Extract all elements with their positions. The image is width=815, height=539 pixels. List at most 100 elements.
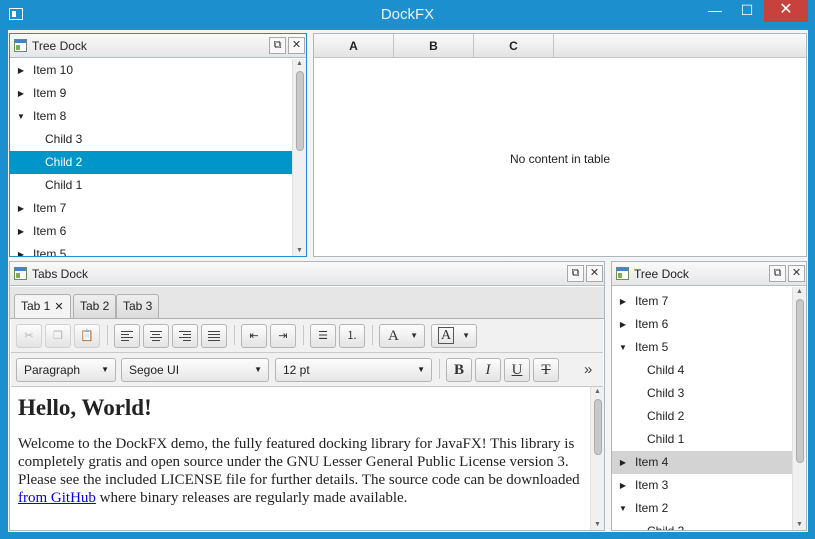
tree-right-scrollbar[interactable]: ▲ ▼ — [792, 287, 806, 530]
close-icon[interactable]: ✕ — [288, 37, 305, 54]
align-right-icon[interactable] — [172, 324, 198, 348]
tree-item[interactable]: ▶ Item 10 — [10, 59, 292, 82]
tree-item[interactable]: ▶ Item 6 — [612, 313, 792, 336]
background-color-icon: A — [438, 327, 455, 344]
column-header-a[interactable]: A — [314, 34, 394, 58]
tree-item[interactable]: Child 2 — [10, 151, 292, 174]
tree-item[interactable]: ▼ Item 2 — [612, 497, 792, 520]
tree-dock-right-title: Tree Dock — [634, 267, 689, 281]
paragraph-style-select[interactable]: Paragraph ▼ — [16, 358, 116, 382]
scroll-down-icon[interactable]: ▼ — [793, 520, 806, 530]
tree-item[interactable]: ▶ Item 7 — [10, 197, 292, 220]
expand-arrow-icon[interactable]: ▶ — [16, 220, 26, 243]
bold-button[interactable]: B — [446, 358, 472, 382]
italic-button[interactable]: I — [475, 358, 501, 382]
expand-arrow-icon[interactable]: ▶ — [618, 474, 628, 497]
tree-view-right[interactable]: ▶ Item 7 ▶ Item 6 ▼ Item 5 Child 4 Child 3 Child… — [612, 290, 792, 530]
tree-item-label: Child 1 — [647, 432, 685, 446]
scroll-up-icon[interactable]: ▲ — [591, 387, 604, 397]
tree-item[interactable]: ▼ Item 5 — [612, 336, 792, 359]
table-view[interactable]: A B C No content in table — [313, 33, 807, 257]
tree-dock-right-header[interactable]: Tree Dock ⧉ ✕ — [612, 262, 806, 286]
outdent-icon[interactable]: ⇤ — [241, 324, 267, 348]
tree-item[interactable]: ▶ Item 5 — [10, 243, 292, 256]
collapse-arrow-icon[interactable]: ▼ — [16, 105, 26, 128]
toolbar-separator — [439, 359, 440, 379]
tab-3[interactable]: Tab 3 — [116, 294, 160, 318]
scroll-thumb[interactable] — [594, 399, 602, 455]
float-icon[interactable]: ⧉ — [567, 265, 584, 282]
paste-icon[interactable]: 📋 — [74, 324, 100, 348]
text-color-button[interactable]: A ▼ — [379, 324, 425, 348]
collapse-arrow-icon[interactable]: ▼ — [618, 497, 628, 520]
tree-item-label: Child 3 — [647, 386, 685, 400]
font-size-select[interactable]: 12 pt ▼ — [275, 358, 432, 382]
tree-item[interactable]: Child 1 — [612, 428, 792, 451]
expand-arrow-icon[interactable]: ▶ — [16, 82, 26, 105]
dock-icon — [14, 267, 27, 280]
float-icon[interactable]: ⧉ — [269, 37, 286, 54]
expand-arrow-icon[interactable]: ▶ — [16, 59, 26, 82]
tree-dock-top-header[interactable]: Tree Dock ⧉ ✕ — [10, 34, 306, 58]
expand-arrow-icon[interactable]: ▶ — [16, 197, 26, 220]
scroll-down-icon[interactable]: ▼ — [591, 520, 604, 530]
tree-item[interactable]: ▶ Item 3 — [612, 474, 792, 497]
scroll-up-icon[interactable]: ▲ — [793, 287, 806, 297]
expand-arrow-icon[interactable]: ▶ — [16, 243, 26, 256]
tabs-dock-header[interactable]: Tabs Dock ⧉ ✕ — [10, 262, 604, 286]
tree-item-label: Item 6 — [33, 224, 67, 238]
editor-scrollbar[interactable]: ▲ ▼ — [590, 387, 604, 530]
window-titlebar[interactable]: DockFX — ☐ ✕ — [0, 0, 815, 30]
align-justify-icon[interactable] — [201, 324, 227, 348]
copy-icon[interactable]: ❐ — [45, 324, 71, 348]
tree-top-scrollbar[interactable]: ▲ ▼ — [292, 59, 306, 256]
html-editor-content[interactable]: Hello, World! Welcome to the DockFX demo… — [11, 387, 589, 530]
close-icon[interactable]: ✕ — [788, 265, 805, 282]
align-center-icon[interactable] — [143, 324, 169, 348]
underline-button[interactable]: U — [504, 358, 530, 382]
expand-arrow-icon[interactable]: ▶ — [618, 290, 628, 313]
tree-item[interactable]: Child 3 — [10, 128, 292, 151]
toolbar-overflow-button[interactable]: » — [584, 361, 592, 378]
dropdown-caret-icon: ▼ — [254, 365, 262, 374]
tree-item[interactable]: Child 3 — [612, 520, 792, 530]
column-header-b[interactable]: B — [394, 34, 474, 58]
tab-2[interactable]: Tab 2 — [73, 294, 117, 318]
float-icon[interactable]: ⧉ — [769, 265, 786, 282]
tree-item[interactable]: Child 4 — [612, 359, 792, 382]
expand-arrow-icon[interactable]: ▶ — [618, 313, 628, 336]
scroll-up-icon[interactable]: ▲ — [293, 59, 306, 69]
scroll-thumb[interactable] — [296, 71, 304, 151]
background-color-button[interactable]: A ▼ — [431, 324, 477, 348]
tree-item[interactable]: ▶ Item 9 — [10, 82, 292, 105]
tree-item-label: Child 3 — [45, 132, 83, 146]
column-header-filler — [554, 34, 806, 58]
github-link[interactable]: from GitHub — [18, 490, 96, 506]
bullet-list-icon[interactable]: ☰ — [310, 324, 336, 348]
strikethrough-button[interactable]: T — [533, 358, 559, 382]
scroll-thumb[interactable] — [796, 299, 804, 463]
tree-item[interactable]: ▶ Item 7 — [612, 290, 792, 313]
numbered-list-icon[interactable]: ⒈ — [339, 324, 365, 348]
cut-icon[interactable]: ✂ — [16, 324, 42, 348]
minimize-button[interactable]: — — [700, 0, 730, 22]
scroll-down-icon[interactable]: ▼ — [293, 246, 306, 256]
close-icon[interactable]: ✕ — [586, 265, 603, 282]
indent-icon[interactable]: ⇥ — [270, 324, 296, 348]
close-window-button[interactable]: ✕ — [764, 0, 808, 22]
column-header-c[interactable]: C — [474, 34, 554, 58]
tree-item[interactable]: ▶ Item 4 — [612, 451, 792, 474]
tree-item[interactable]: Child 1 — [10, 174, 292, 197]
tree-item[interactable]: Child 3 — [612, 382, 792, 405]
tree-item[interactable]: ▼ Item 8 — [10, 105, 292, 128]
expand-arrow-icon[interactable]: ▶ — [618, 451, 628, 474]
tree-item[interactable]: ▶ Item 6 — [10, 220, 292, 243]
collapse-arrow-icon[interactable]: ▼ — [618, 336, 628, 359]
tree-view-top[interactable]: ▶ Item 10 ▶ Item 9 ▼ Item 8 Child 3 Child 2 Chil… — [10, 59, 292, 256]
tree-item[interactable]: Child 2 — [612, 405, 792, 428]
font-family-select[interactable]: Segoe UI ▼ — [121, 358, 269, 382]
maximize-button[interactable]: ☐ — [732, 0, 762, 22]
tab-close-icon[interactable]: ✕ — [54, 301, 63, 313]
align-left-icon[interactable] — [114, 324, 140, 348]
tab-1[interactable]: Tab 1 ✕ — [14, 294, 71, 318]
